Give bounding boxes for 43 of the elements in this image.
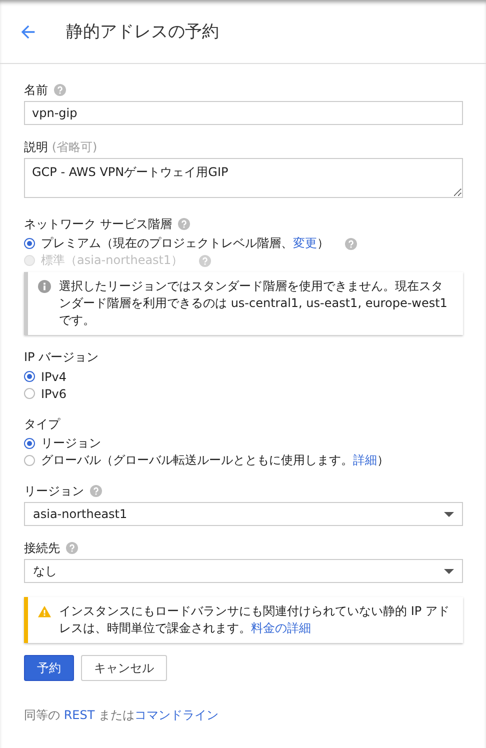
radio-label: 標準（asia-northeast1） xyxy=(41,252,184,269)
radio-label: プレミアム（現在のプロジェクトレベル階層、変更） xyxy=(41,235,329,252)
reserve-button[interactable]: 予約 xyxy=(24,655,74,681)
radio-button[interactable] xyxy=(24,371,35,382)
link[interactable]: 変更 xyxy=(293,236,317,250)
dropdown-caret-icon xyxy=(444,568,454,574)
field-label: ネットワーク サービス階層 xyxy=(24,216,172,232)
dropdown[interactable]: なし xyxy=(24,559,463,583)
field-label: IP バージョン xyxy=(24,348,99,366)
link[interactable]: 詳細 xyxy=(353,453,377,467)
radio-label: IPv4 xyxy=(41,370,67,384)
radio-label: リージョン xyxy=(41,435,101,452)
name-input[interactable]: vpn-gip xyxy=(24,101,463,125)
dropdown[interactable]: asia-northeast1 xyxy=(24,502,463,526)
description-input[interactable]: GCP - AWS VPNゲートウェイ用GIP xyxy=(24,158,463,198)
dropdown-caret-icon xyxy=(444,512,454,516)
link[interactable]: 料金の詳細 xyxy=(251,621,311,635)
help-icon[interactable] xyxy=(178,218,190,230)
help-icon[interactable] xyxy=(66,542,78,554)
field-label: 名前 xyxy=(24,82,48,98)
radio-button[interactable] xyxy=(24,238,35,249)
radio-label: グローバル（グローバル転送ルールとともに使用します。詳細） xyxy=(41,452,389,469)
radio-button[interactable] xyxy=(24,438,35,449)
notice-text: 選択したリージョンではスタンダード階層を使用できません。現在スタンダード階層を利用できるのは us-central1, us-east1, europe-west1 です。 xyxy=(59,278,448,329)
field-label: 接続先 xyxy=(24,540,60,556)
footer-text: 同等の REST または コマンドライン xyxy=(24,707,220,724)
cancel-button[interactable]: キャンセル xyxy=(81,655,167,681)
radio-button[interactable] xyxy=(24,388,35,399)
field-label: タイプ xyxy=(24,416,60,432)
link[interactable]: コマンドライン xyxy=(134,708,219,722)
field-label: リージョン xyxy=(24,482,84,500)
help-icon[interactable] xyxy=(54,84,66,96)
help-icon[interactable] xyxy=(90,485,102,497)
info-icon xyxy=(38,280,51,293)
radio-label: IPv6 xyxy=(41,386,67,400)
radio-button[interactable] xyxy=(24,455,35,466)
help-icon[interactable] xyxy=(199,254,212,266)
page-title: 静的アドレスの予約 xyxy=(66,21,219,43)
warning-icon xyxy=(38,605,51,618)
warning-text: インスタンスにもロードバランサにも関連付けられていない静的 IP アドレスは、時間単位で課金されます。料金の詳細 xyxy=(59,603,450,637)
link[interactable]: REST xyxy=(64,708,95,722)
help-icon[interactable] xyxy=(345,238,357,250)
field-label: 説明 (省略可) xyxy=(24,138,98,156)
